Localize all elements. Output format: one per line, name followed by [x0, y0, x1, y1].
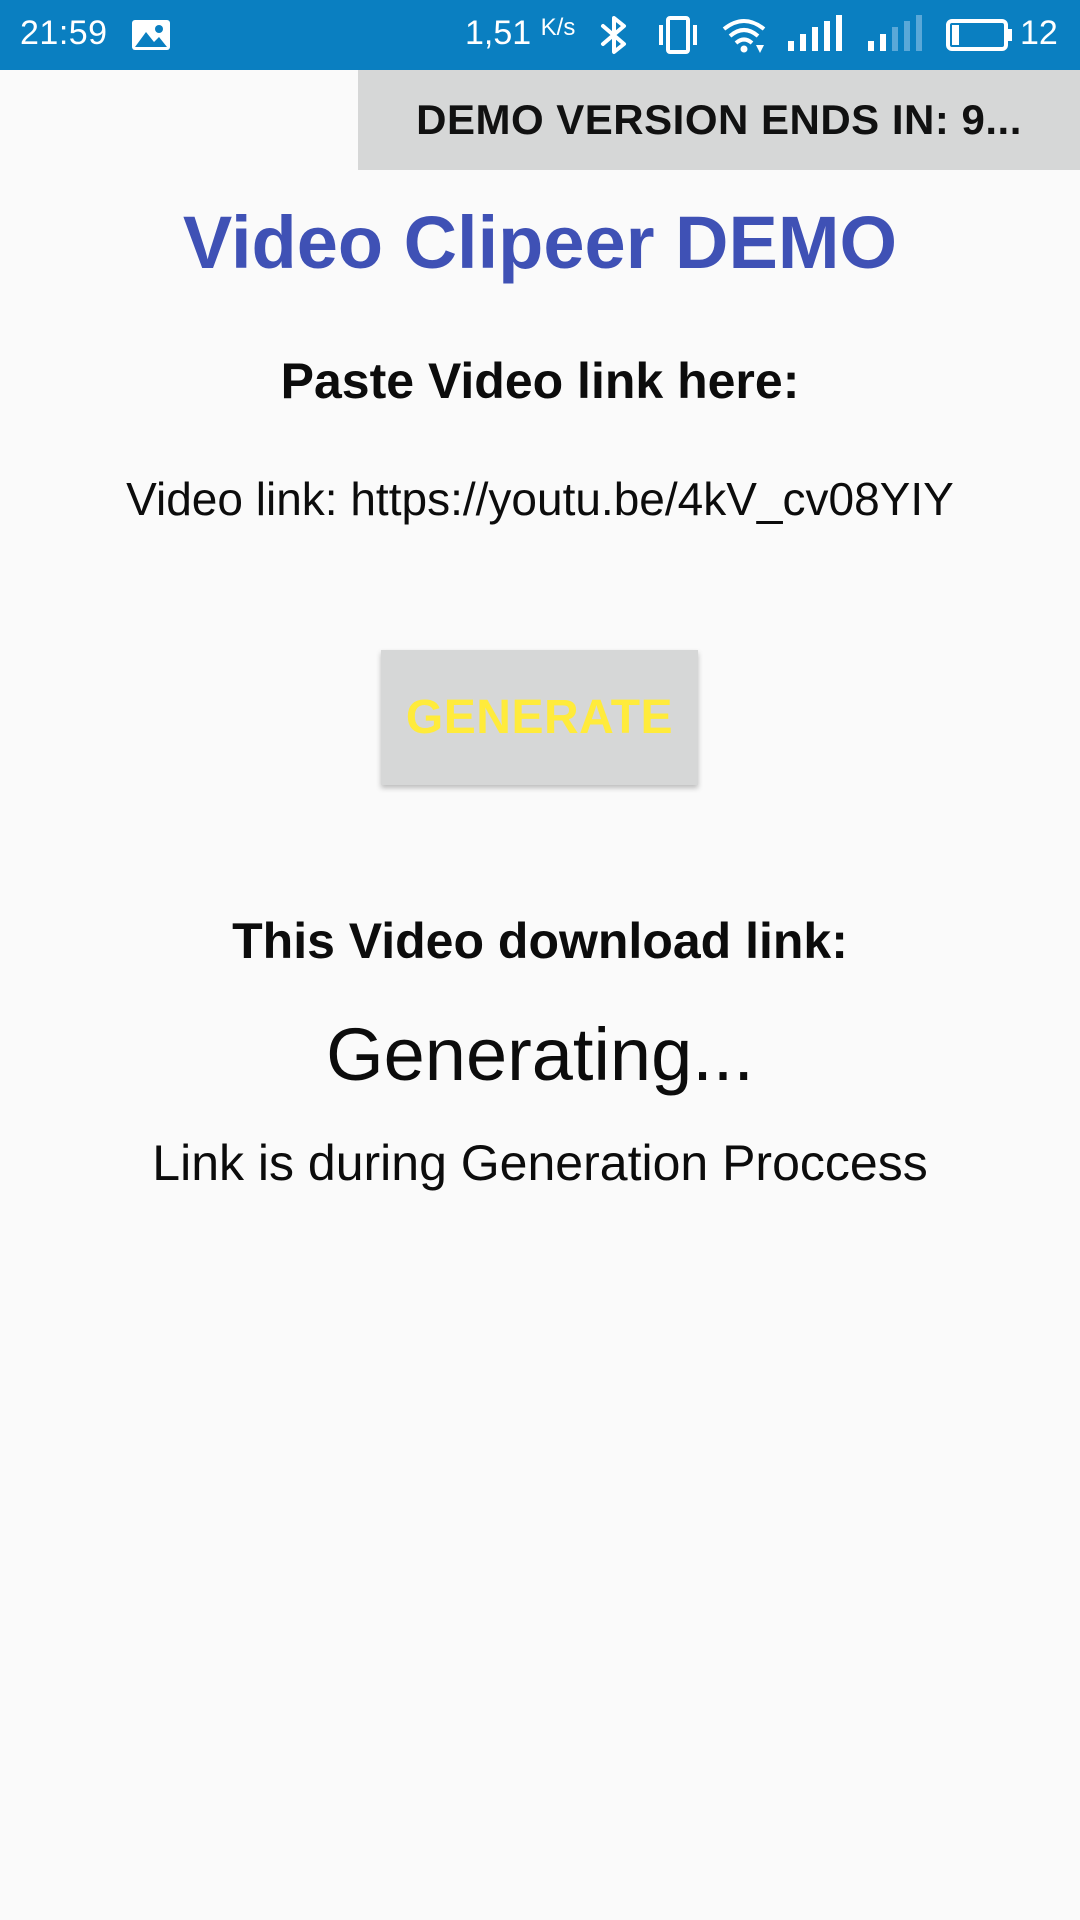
gallery-icon: [130, 0, 172, 70]
app-title: Video Clipeer DEMO: [182, 201, 898, 284]
download-link-heading: This Video download link:: [232, 913, 848, 969]
generation-status-detail: Link is during Generation Proccess: [152, 1135, 928, 1191]
demo-banner-text: DEMO VERSION ENDS IN: 9...: [416, 96, 1022, 143]
vibrate-icon: [656, 0, 700, 70]
battery-icon: [946, 0, 1014, 70]
bluetooth-icon: [598, 0, 630, 70]
network-speed: 1,51 K/s: [465, 14, 575, 53]
signal-weak-icon: [866, 0, 924, 70]
signal-3g-icon: [786, 0, 844, 70]
network-speed-value: 1,51: [465, 14, 532, 52]
paste-link-heading: Paste Video link here:: [280, 353, 800, 409]
video-link-field[interactable]: Video link: https://youtu.be/4kV_cv08YIY: [0, 472, 1080, 526]
demo-banner: DEMO VERSION ENDS IN: 9...: [358, 70, 1080, 170]
status-time: 21:59: [20, 14, 108, 52]
status-bar: 21:59 1,51 K/s 12: [0, 0, 1080, 70]
generate-button[interactable]: GENERATE: [381, 650, 698, 785]
wifi-icon: [720, 0, 768, 70]
battery-percent: 12: [1020, 14, 1058, 52]
network-speed-unit: K/s: [540, 14, 576, 41]
generation-status: Generating...: [326, 1013, 754, 1096]
